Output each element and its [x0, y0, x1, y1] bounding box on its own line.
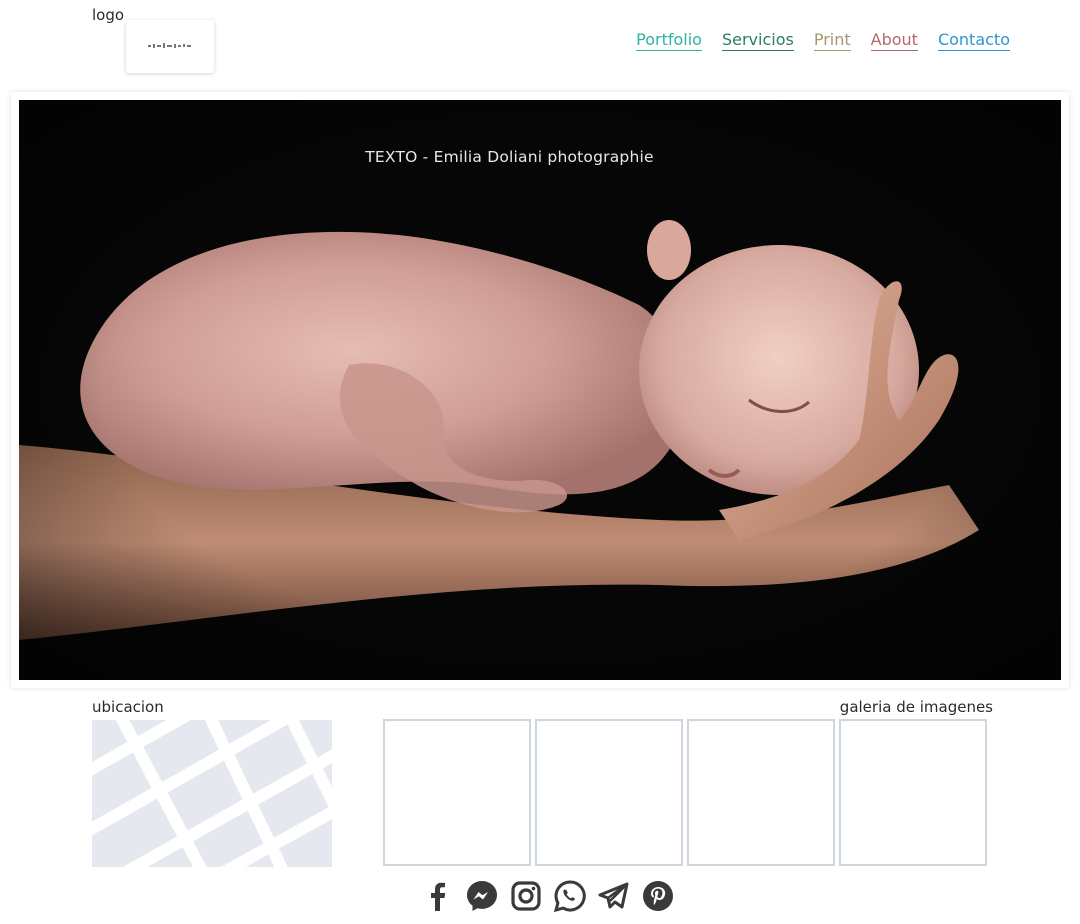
location-label: ubicacion — [92, 698, 164, 716]
social-links — [420, 878, 676, 914]
pinterest-icon[interactable] — [640, 878, 676, 914]
logo-mark-icon — [148, 43, 191, 48]
nav-link-about[interactable]: About — [870, 30, 918, 51]
nav-link-print[interactable]: Print — [813, 30, 851, 51]
instagram-icon[interactable] — [508, 878, 544, 914]
gallery-thumbnail[interactable] — [383, 719, 531, 866]
nav-link-portfolio[interactable]: Portfolio — [636, 30, 702, 51]
gallery-thumbnails — [383, 719, 987, 866]
gallery-thumbnail[interactable] — [839, 719, 987, 866]
hero-illustration — [19, 100, 1061, 680]
logo-label: logo — [92, 6, 125, 24]
hero-frame: TEXTO - Emilia Doliani photographie — [11, 92, 1069, 688]
logo[interactable] — [126, 20, 214, 73]
map-icon — [92, 720, 332, 867]
hero-caption: TEXTO - Emilia Doliani photographie — [365, 148, 654, 166]
nav-link-contacto[interactable]: Contacto — [937, 30, 1010, 51]
map-placeholder[interactable] — [92, 720, 332, 867]
messenger-icon[interactable] — [464, 878, 500, 914]
main-nav: Portfolio Servicios Print About Contacto — [636, 30, 1010, 51]
telegram-icon[interactable] — [596, 878, 632, 914]
nav-link-servicios[interactable]: Servicios — [721, 30, 794, 51]
gallery-thumbnail[interactable] — [687, 719, 835, 866]
gallery-label: galeria de imagenes — [839, 698, 993, 716]
hero-photo — [19, 100, 1061, 680]
whatsapp-icon[interactable] — [552, 878, 588, 914]
facebook-icon[interactable] — [420, 878, 456, 914]
gallery-thumbnail[interactable] — [535, 719, 683, 866]
